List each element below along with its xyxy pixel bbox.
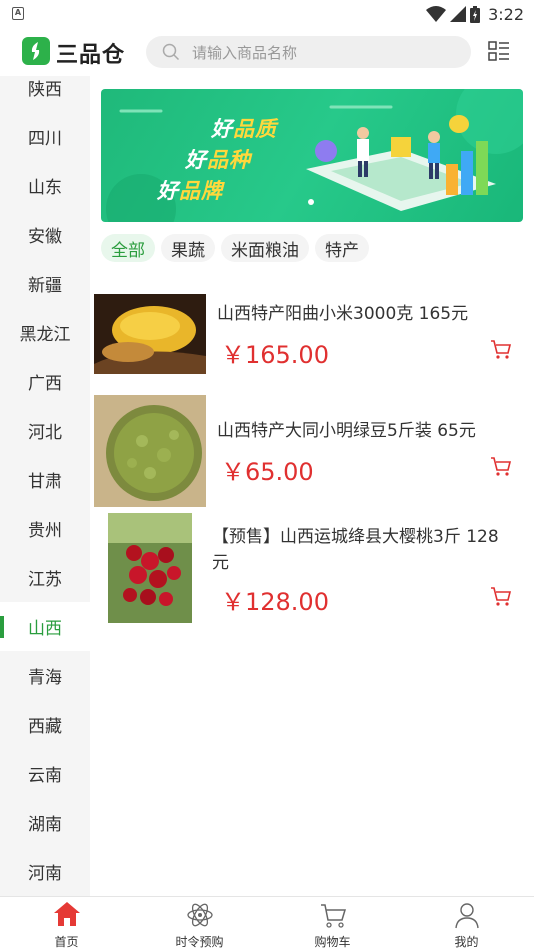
search-input[interactable]: 请输入商品名称 (146, 36, 471, 68)
signal-icon (450, 6, 467, 22)
sidebar-item-shaanxi[interactable]: 陕西 (0, 76, 90, 112)
leaf-logo-icon (22, 37, 50, 65)
add-to-cart-icon[interactable] (490, 585, 512, 607)
user-icon (454, 903, 479, 929)
nav-label: 时令预购 (175, 935, 224, 949)
sidebar-item-hunan[interactable]: 湖南 (0, 798, 90, 847)
sidebar-item-guizhou[interactable]: 贵州 (0, 504, 90, 553)
tab-fruits-vegetables[interactable]: 果蔬 (161, 234, 215, 262)
sidebar-item-hebei[interactable]: 河北 (0, 406, 90, 455)
app-header: 三品仓 请输入商品名称 (0, 28, 534, 76)
product-item[interactable]: 山西特产阳曲小米3000克 165元 ￥165.00 (94, 294, 524, 374)
add-to-cart-icon[interactable] (490, 455, 512, 477)
product-price: ￥65.00 (221, 458, 314, 486)
province-sidebar: 陕西 四川 山东 安徽 新疆 黑龙江 广西 河北 甘肃 贵州 江苏 山西 青海 … (0, 76, 90, 896)
sidebar-item-shandong[interactable]: 山东 (0, 161, 90, 210)
nav-label: 购物车 (314, 935, 351, 949)
search-icon (162, 43, 180, 61)
banner-line-brand: 好品牌 (157, 179, 223, 203)
sidebar-item-guangxi[interactable]: 广西 (0, 357, 90, 406)
sidebar-item-shanxi[interactable]: 山西 (0, 602, 90, 651)
status-icons: 3:22 (426, 4, 524, 24)
product-item[interactable]: 山西特产大同小明绿豆5斤装 65元 ￥65.00 (94, 395, 524, 507)
product-item[interactable]: 【预售】山西运城绛县大樱桃3斤 128元 ￥128.00 (94, 512, 524, 624)
search-placeholder: 请输入商品名称 (192, 44, 298, 62)
product-name: 【预售】山西运城绛县大樱桃3斤 128元 (212, 527, 499, 573)
status-bar: A 3:22 (0, 0, 534, 28)
cherry-photo (108, 513, 192, 623)
app-name: 三品仓 (56, 43, 126, 68)
tab-grain-oil[interactable]: 米面粮油 (221, 234, 309, 262)
product-price: ￥128.00 (221, 588, 329, 616)
mung-bean-photo (94, 395, 206, 507)
bottom-nav: 首页 时令预购 购物车 我的 (0, 896, 534, 950)
sidebar-item-jiangsu[interactable]: 江苏 (0, 553, 90, 602)
list-menu-icon[interactable] (488, 41, 510, 61)
add-to-cart-icon[interactable] (490, 338, 512, 360)
nav-label: 我的 (454, 935, 479, 949)
atom-icon (186, 903, 213, 927)
sidebar-item-qinghai[interactable]: 青海 (0, 651, 90, 700)
sidebar-item-henan[interactable]: 河南 (0, 847, 90, 896)
status-time: 3:22 (488, 4, 524, 24)
cart-icon (320, 904, 346, 928)
product-name: 山西特产大同小明绿豆5斤装 65元 (217, 421, 476, 441)
tab-specialty[interactable]: 特产 (315, 234, 369, 262)
nav-label: 首页 (54, 935, 79, 949)
sidebar-item-heilongjiang[interactable]: 黑龙江 (0, 308, 90, 357)
home-icon (53, 902, 80, 926)
product-price: ￥165.00 (221, 341, 329, 369)
sidebar-item-anhui[interactable]: 安徽 (0, 210, 90, 259)
sidebar-item-xinjiang[interactable]: 新疆 (0, 259, 90, 308)
banner-line-quality: 好品质 (211, 117, 277, 141)
category-tabs: 全部 果蔬 米面粮油 特产 (101, 234, 369, 262)
wifi-icon (426, 6, 447, 22)
nav-profile[interactable]: 我的 (400, 897, 533, 950)
sidebar-item-gansu[interactable]: 甘肃 (0, 455, 90, 504)
millet-photo (94, 294, 206, 374)
nav-cart[interactable]: 购物车 (266, 897, 399, 950)
promo-banner[interactable]: 好品质 好品种 好品牌 (101, 89, 523, 222)
sidebar-item-yunnan[interactable]: 云南 (0, 749, 90, 798)
nav-seasonal-preorder[interactable]: 时令预购 (133, 897, 266, 950)
product-name: 山西特产阳曲小米3000克 165元 (217, 304, 469, 324)
sidebar-item-xizang[interactable]: 西藏 (0, 700, 90, 749)
tab-all[interactable]: 全部 (101, 234, 155, 262)
status-badge: A (12, 7, 24, 20)
sidebar-item-sichuan[interactable]: 四川 (0, 112, 90, 161)
battery-icon (470, 5, 481, 23)
banner-line-variety: 好品种 (185, 148, 251, 172)
nav-home[interactable]: 首页 (0, 897, 133, 950)
